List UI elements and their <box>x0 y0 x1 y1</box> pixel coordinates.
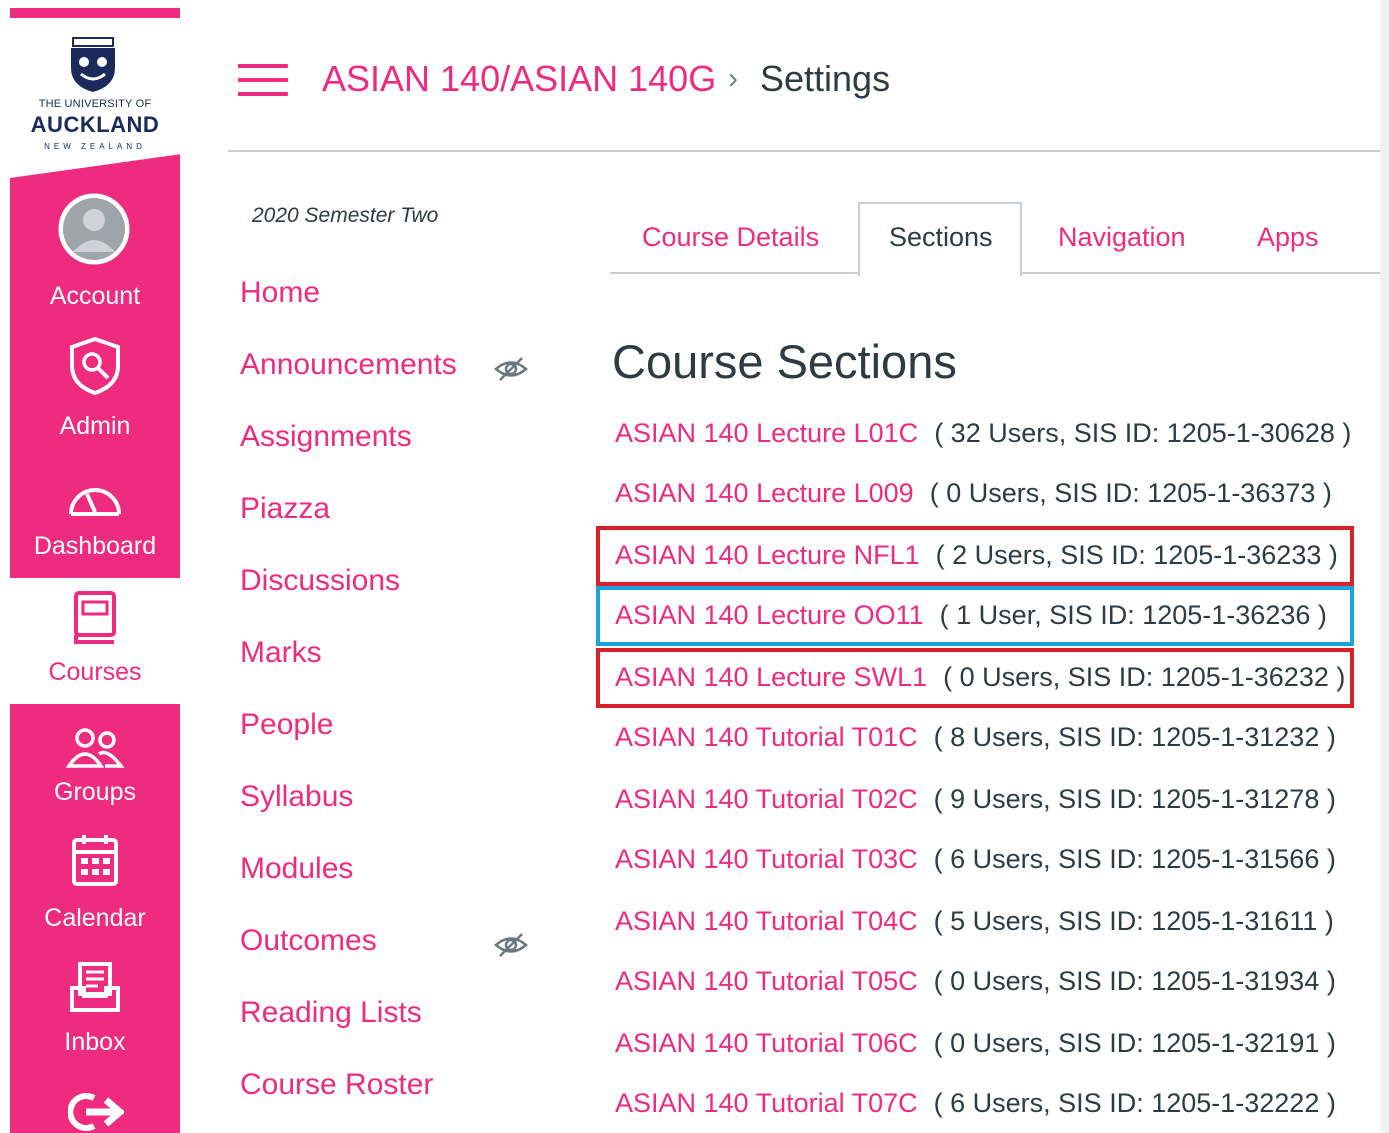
tab-apps[interactable]: Apps <box>1257 222 1319 253</box>
global-nav-inbox[interactable]: Inbox <box>10 954 180 1078</box>
global-nav-account[interactable]: Account <box>10 184 180 314</box>
section-highlight-box-red <box>596 526 1354 586</box>
logout-arrow-icon <box>68 1093 124 1131</box>
course-nav-item-outcomes[interactable]: Outcomes <box>240 924 377 958</box>
section-row: ASIAN 140 Tutorial T01C ( 8 Users, SIS ID… <box>615 722 1336 753</box>
book-icon <box>74 591 116 644</box>
logo-line-1: THE UNIVERSITY OF <box>38 98 152 110</box>
section-link[interactable]: ASIAN 140 Lecture L01C <box>615 418 918 448</box>
logo-line-3: NEW ZEALAND <box>44 142 146 151</box>
crest-icon <box>71 37 115 92</box>
global-nav-logout[interactable] <box>10 1088 180 1133</box>
section-row: ASIAN 140 Tutorial T07C ( 6 Users, SIS ID… <box>615 1088 1336 1119</box>
account-icon <box>58 193 130 265</box>
section-highlight-box-blue <box>596 586 1354 646</box>
global-nav-groups[interactable]: Groups <box>10 716 180 836</box>
course-nav-item-marks[interactable]: Marks <box>240 636 322 670</box>
logo-line-2: AUCKLAND <box>30 112 160 137</box>
global-nav-label: Dashboard <box>33 532 157 560</box>
calendar-icon <box>72 835 118 886</box>
global-nav-label: Inbox <box>64 1028 126 1056</box>
global-nav-label: Account <box>49 282 141 310</box>
section-link[interactable]: ASIAN 140 Tutorial T05C <box>615 966 918 996</box>
breadcrumb-course-link[interactable]: ASIAN 140/ASIAN 140G <box>322 58 716 100</box>
shield-icon <box>70 336 120 396</box>
course-nav-item-discussions[interactable]: Discussions <box>240 564 400 598</box>
global-nav-label: Calendar <box>44 904 146 932</box>
tab-navigation[interactable]: Navigation <box>1058 222 1186 253</box>
section-meta: ( 6 Users, SIS ID: 1205-1-32222 ) <box>933 1088 1336 1118</box>
section-row: ASIAN 140 Tutorial T06C ( 0 Users, SIS ID… <box>615 1028 1336 1059</box>
window-edge <box>1380 0 1389 1133</box>
global-nav-label: Admin <box>59 412 131 440</box>
course-nav-item-announcements[interactable]: Announcements <box>240 348 457 382</box>
section-link[interactable]: ASIAN 140 Tutorial T02C <box>615 784 918 814</box>
global-nav-admin[interactable]: Admin <box>10 328 180 448</box>
section-row: ASIAN 140 Tutorial T02C ( 9 Users, SIS ID… <box>615 784 1336 815</box>
course-term: 2020 Semester Two <box>252 204 439 227</box>
section-link[interactable]: ASIAN 140 Tutorial T06C <box>615 1028 918 1058</box>
section-row: ASIAN 140 Tutorial T04C ( 5 Users, SIS ID… <box>615 906 1334 937</box>
section-meta: ( 8 Users, SIS ID: 1205-1-31232 ) <box>933 722 1336 752</box>
course-nav-item-modules[interactable]: Modules <box>240 852 353 886</box>
course-nav-item-course-roster[interactable]: Course Roster <box>240 1068 433 1102</box>
global-nav-label: Courses <box>48 658 142 686</box>
section-row: ASIAN 140 Tutorial T05C ( 0 Users, SIS ID… <box>615 966 1336 997</box>
section-meta: ( 32 Users, SIS ID: 1205-1-30628 ) <box>934 418 1352 448</box>
section-highlight-box-red <box>596 648 1354 708</box>
section-link[interactable]: ASIAN 140 Lecture L009 <box>615 478 914 508</box>
section-link[interactable]: ASIAN 140 Tutorial T01C <box>615 722 918 752</box>
inbox-icon <box>70 962 120 1012</box>
hidden-eye-icon <box>494 933 528 957</box>
breadcrumb-current-page: Settings <box>760 58 891 99</box>
section-link[interactable]: ASIAN 140 Tutorial T07C <box>615 1088 918 1118</box>
section-link[interactable]: ASIAN 140 Tutorial T03C <box>615 844 918 874</box>
course-nav-item-people[interactable]: People <box>240 708 333 742</box>
course-nav-item-assignments[interactable]: Assignments <box>240 420 412 454</box>
global-nav-calendar[interactable]: Calendar <box>10 832 180 958</box>
groups-icon <box>65 728 125 768</box>
dashboard-gauge-icon <box>69 488 121 516</box>
tab-course-details[interactable]: Course Details <box>642 222 819 253</box>
section-meta: ( 0 Users, SIS ID: 1205-1-32191 ) <box>933 1028 1336 1058</box>
section-row: ASIAN 140 Tutorial T03C ( 6 Users, SIS ID… <box>615 844 1336 875</box>
section-row: ASIAN 140 Lecture L01C ( 32 Users, SIS ID… <box>615 418 1351 449</box>
section-meta: ( 0 Users, SIS ID: 1205-1-36373 ) <box>929 478 1332 508</box>
global-nav-dashboard[interactable]: Dashboard <box>10 460 180 580</box>
page-title: Course Sections <box>612 335 957 388</box>
header-divider <box>228 150 1383 152</box>
section-meta: ( 9 Users, SIS ID: 1205-1-31278 ) <box>933 784 1336 814</box>
hamburger-menu-button[interactable] <box>238 62 288 98</box>
course-nav-item-piazza[interactable]: Piazza <box>240 492 330 526</box>
section-meta: ( 5 Users, SIS ID: 1205-1-31611 ) <box>933 906 1334 936</box>
global-nav: THE UNIVERSITY OF AUCKLAND NEW ZEALAND A… <box>10 8 180 1133</box>
section-row: ASIAN 140 Lecture L009 ( 0 Users, SIS ID:… <box>615 478 1332 509</box>
course-nav-item-home[interactable]: Home <box>240 276 320 310</box>
section-meta: ( 6 Users, SIS ID: 1205-1-31566 ) <box>933 844 1336 874</box>
section-link[interactable]: ASIAN 140 Tutorial T04C <box>615 906 918 936</box>
tab-sections[interactable]: Sections <box>889 222 993 253</box>
course-nav-item-syllabus[interactable]: Syllabus <box>240 780 353 814</box>
breadcrumb-separator-icon: › <box>728 62 738 95</box>
hidden-eye-icon <box>494 357 528 381</box>
university-logo[interactable]: THE UNIVERSITY OF AUCKLAND NEW ZEALAND <box>10 8 180 178</box>
section-meta: ( 0 Users, SIS ID: 1205-1-31934 ) <box>933 966 1336 996</box>
global-nav-label: Groups <box>54 778 136 806</box>
course-nav-item-reading-lists[interactable]: Reading Lists <box>240 996 422 1030</box>
global-nav-courses[interactable]: Courses <box>10 578 180 704</box>
